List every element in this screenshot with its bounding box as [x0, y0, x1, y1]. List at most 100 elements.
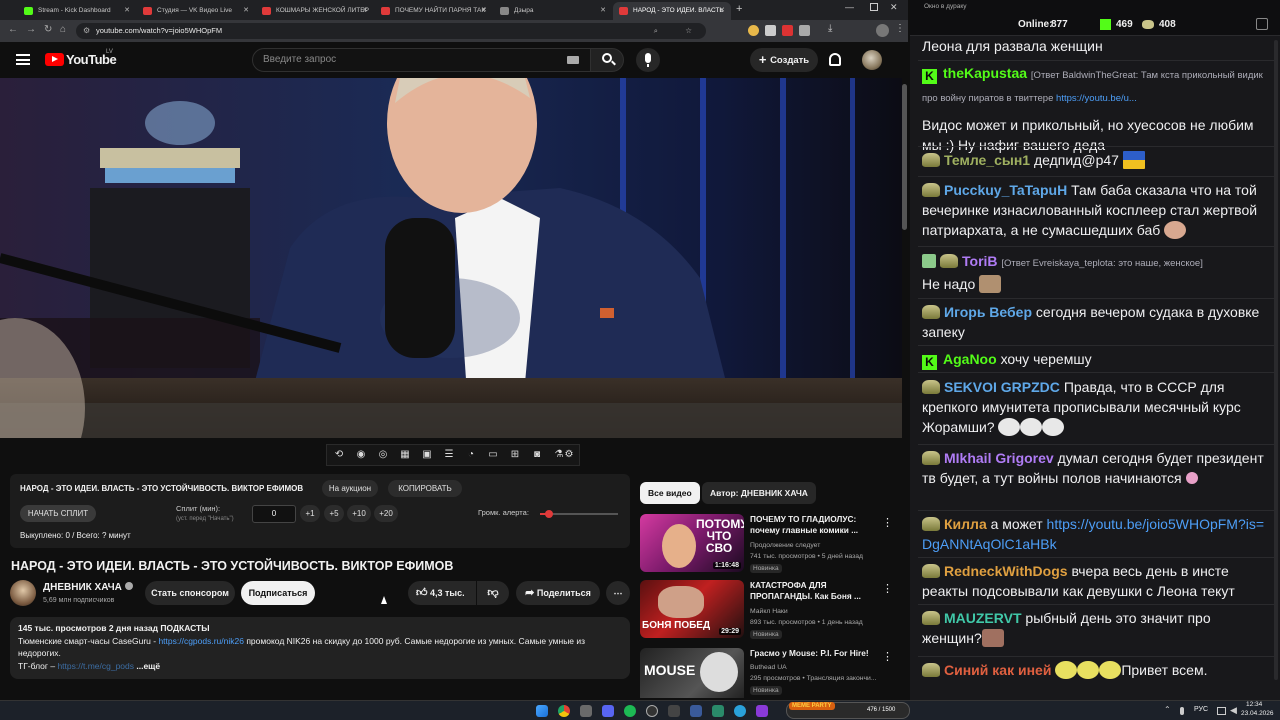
chat-username[interactable]: AgaNoo: [943, 351, 997, 367]
chat-settings-icon[interactable]: [1256, 18, 1268, 30]
search-input[interactable]: Введите запрос: [252, 48, 592, 72]
new-tab-button[interactable]: +: [736, 3, 742, 15]
notifications-bell-icon[interactable]: [829, 53, 841, 66]
speed-icon[interactable]: ◔: [465, 449, 477, 461]
channel-name[interactable]: ДНЕВНИК ХАЧА: [43, 582, 133, 593]
auction-button[interactable]: На аукцион: [322, 480, 378, 497]
recommended-video[interactable]: MOUSE Грасмо у Mouse: P.I. For Hire! But…: [640, 648, 900, 698]
discord-icon[interactable]: [602, 705, 614, 717]
recommended-channel[interactable]: Продолжение следует: [750, 542, 820, 549]
eye-icon[interactable]: ◎: [377, 449, 389, 461]
filter-by-author[interactable]: Автор: ДНЕВНИК ХАЧА: [702, 482, 816, 504]
start-split-button[interactable]: НАЧАТЬ СПЛИТ: [20, 505, 96, 522]
show-more-button[interactable]: ...ещё: [136, 661, 160, 671]
search-button[interactable]: [590, 48, 624, 72]
stats-icon[interactable]: ☰: [443, 449, 455, 461]
broadcast-icon[interactable]: ◉: [355, 449, 367, 461]
recommended-channel[interactable]: Buthead UA: [750, 664, 787, 671]
subscribe-button[interactable]: Подписаться: [241, 581, 315, 605]
close-icon[interactable]: ✕: [243, 2, 249, 20]
video-player[interactable]: [0, 78, 902, 438]
taskbar-app-icon[interactable]: [756, 705, 768, 717]
chat-username[interactable]: Игорь Вебер: [944, 304, 1032, 320]
taskbar-app-icon[interactable]: [690, 705, 702, 717]
chat-username[interactable]: theKapustaa: [943, 65, 1027, 81]
taskbar-app-icon[interactable]: [712, 705, 724, 717]
extension-icon[interactable]: [782, 25, 793, 36]
recommended-title[interactable]: ПОЧЕМУ ТО ГЛАДИОЛУС: почему главные коми…: [750, 514, 882, 536]
video-thumbnail[interactable]: БОНЯ ПОБЕД 29:29: [640, 580, 744, 638]
more-options-icon[interactable]: ⋮: [882, 650, 893, 663]
add-20-button[interactable]: +20: [374, 505, 398, 522]
zoom-icon[interactable]: ⌕: [654, 23, 658, 39]
chat-username[interactable]: RedneckWithDogs: [944, 563, 1068, 579]
close-icon[interactable]: ✕: [600, 2, 606, 20]
chat-username[interactable]: Темле_сын1: [944, 152, 1030, 168]
description-link[interactable]: https://t.me/cg_pods: [57, 661, 134, 671]
share-button[interactable]: ➦ Поделиться: [516, 581, 600, 605]
tab-kick-dashboard[interactable]: Stream - Kick Dashboard ✕: [18, 2, 136, 20]
add-1-button[interactable]: +1: [300, 505, 320, 522]
recommended-video[interactable]: БОНЯ ПОБЕД 29:29 КАТАСТРОФА ДЛЯ ПРОПАГАН…: [640, 580, 900, 646]
channel-avatar[interactable]: [10, 580, 36, 606]
volume-icon[interactable]: ◀: [1230, 705, 1237, 716]
download-icon[interactable]: ⤓: [828, 23, 832, 34]
chat-username[interactable]: Синий как иней: [944, 662, 1051, 678]
back-icon[interactable]: ←: [8, 24, 18, 35]
bookmark-star-icon[interactable]: ☆: [685, 23, 692, 39]
close-icon[interactable]: ✕: [719, 2, 725, 20]
recommended-video[interactable]: ПОТОМУ ЧТО СВО 1:16:48 ПОЧЕМУ ТО ГЛАДИОЛ…: [640, 514, 900, 580]
recommended-channel[interactable]: Майкл Наки: [750, 608, 788, 615]
dislike-button[interactable]: 👎︎: [477, 581, 509, 605]
video-thumbnail[interactable]: ПОТОМУ ЧТО СВО 1:16:48: [640, 514, 744, 572]
extension-icon[interactable]: [765, 25, 776, 36]
reload-icon[interactable]: ↻: [44, 24, 52, 35]
tab-vk-studio[interactable]: Студия — VK Видео Live ✕: [137, 2, 255, 20]
account-avatar[interactable]: [862, 50, 882, 70]
profile-avatar[interactable]: [876, 24, 889, 37]
tab-dzyra[interactable]: Дзыра ✕: [494, 2, 612, 20]
close-icon[interactable]: ✕: [481, 2, 487, 20]
loop-icon[interactable]: ⟲: [333, 449, 345, 461]
screenshot-icon[interactable]: ⊞: [509, 449, 521, 461]
network-icon[interactable]: [1217, 707, 1226, 715]
create-button[interactable]: + Создать: [750, 48, 818, 72]
close-icon[interactable]: ✕: [362, 2, 368, 20]
maximize-button[interactable]: [870, 3, 878, 11]
camera-icon[interactable]: ◙: [531, 449, 543, 461]
more-options-icon[interactable]: ⋮: [882, 582, 893, 595]
spotify-icon[interactable]: [624, 705, 636, 717]
add-10-button[interactable]: +10: [347, 505, 371, 522]
reply-link[interactable]: https://youtu.be/u...: [1056, 93, 1137, 104]
menu-kebab-icon[interactable]: ⋮: [895, 23, 905, 34]
chat-username[interactable]: SEKVOI: [944, 379, 997, 395]
chat-username[interactable]: MIkhail Grigorev: [944, 450, 1054, 466]
image-icon[interactable]: ▭: [487, 449, 499, 461]
filter-all-videos[interactable]: Все видео: [640, 482, 700, 504]
close-window-button[interactable]: ✕: [890, 2, 898, 13]
add-5-button[interactable]: +5: [324, 505, 344, 522]
split-minutes-input[interactable]: 0: [252, 505, 296, 523]
page-scrollbar[interactable]: [902, 84, 907, 230]
close-icon[interactable]: ✕: [124, 2, 130, 20]
picture-icon[interactable]: ▣: [421, 449, 433, 461]
chat-username-secondary[interactable]: GRPZDC: [1001, 379, 1060, 395]
chat-username[interactable]: Pucckuy_TaTapuH: [944, 182, 1067, 198]
chat-scrollbar[interactable]: [1274, 40, 1278, 680]
chat-username[interactable]: ToriB: [962, 253, 998, 269]
tab-video-2[interactable]: ПОЧЕМУ НАЙТИ ПАРНЯ ТАК ✕: [375, 2, 493, 20]
forward-icon[interactable]: →: [26, 24, 36, 35]
meme-party-widget[interactable]: MEME PARTY 476 / 1500: [786, 702, 910, 719]
recommended-title[interactable]: Грасмо у Mouse: P.I. For Hire!: [750, 648, 882, 659]
calendar-icon[interactable]: ▦: [399, 449, 411, 461]
recommended-title[interactable]: КАТАСТРОФА ДЛЯ ПРОПАГАНДЫ. Как Боня ...: [750, 580, 882, 602]
alert-volume-slider[interactable]: [540, 510, 618, 518]
telegram-icon[interactable]: [734, 705, 746, 717]
home-icon[interactable]: ⌂: [60, 24, 66, 35]
alert-volume-knob[interactable]: [545, 510, 554, 518]
clock-time[interactable]: 12:34: [1246, 701, 1262, 708]
chat-username[interactable]: MAUZERVT: [944, 610, 1022, 626]
more-options-icon[interactable]: ⋮: [882, 516, 893, 529]
url-input[interactable]: ⚙ youtube.com/watch?v=joio5WHOpFM ⌕ ☆: [76, 23, 706, 39]
more-actions-button[interactable]: ⋯: [606, 581, 630, 605]
